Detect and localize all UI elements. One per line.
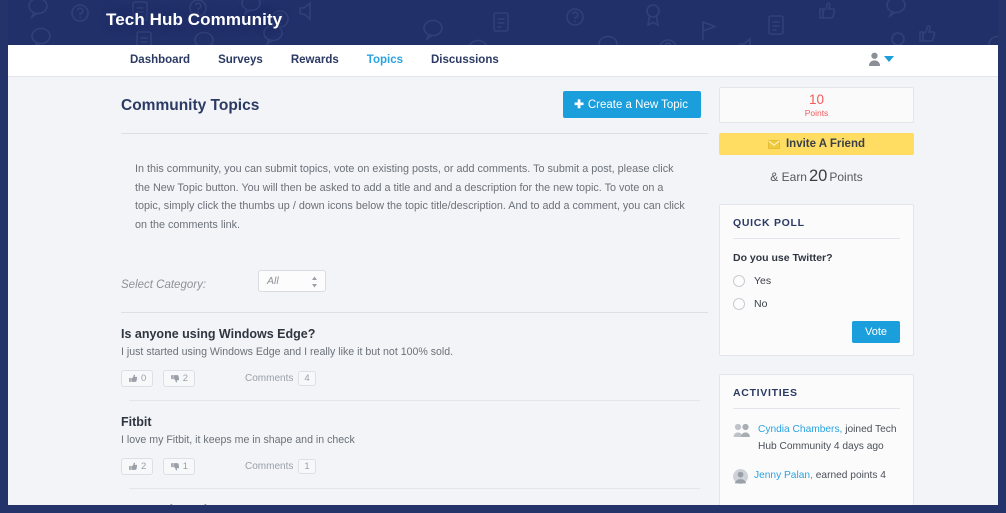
title-divider: [121, 133, 708, 134]
comments-link[interactable]: Comments 1: [245, 459, 316, 475]
poll-question: Do you use Twitter?: [733, 252, 833, 264]
comments-count: 4: [298, 371, 316, 387]
quick-poll-card: QUICK POLL Do you use Twitter? Yes No Vo…: [719, 204, 914, 356]
topic-description: I just started using Windows Edge and I …: [121, 346, 454, 359]
browser-viewport: Tech Hub Community Dashboard Surveys Rew…: [8, 0, 998, 505]
thumbs-up-count: 0: [141, 372, 147, 384]
activity-user-link[interactable]: Jenny Palan,: [754, 470, 813, 481]
radio-button-no[interactable]: [733, 298, 745, 310]
activity-text: Cyndia Chambers, joined Tech Hub Communi…: [758, 422, 900, 456]
comments-count: 1: [298, 459, 316, 475]
category-select[interactable]: All: [258, 270, 326, 293]
nav-list: Dashboard Surveys Rewards Topics Discuss…: [116, 45, 513, 76]
comments-label: Comments: [245, 461, 294, 473]
topic-item: Fitbit I love my Fitbit, it keeps me in …: [113, 401, 716, 490]
group-avatar: [733, 423, 750, 437]
earn-amount: 20: [808, 167, 828, 185]
poll-option-no-label: No: [754, 298, 768, 310]
activities-card: ACTIVITIES Cyndia Chambers, joined Tech …: [719, 374, 914, 505]
poll-option-no[interactable]: No: [733, 298, 900, 310]
activity-item: Jenny Palan, earned points 4: [733, 468, 900, 485]
invite-a-friend-label: Invite A Friend: [785, 138, 866, 150]
select-category-label: Select Category:: [121, 279, 207, 292]
quick-poll-divider: [733, 238, 900, 239]
vote-button[interactable]: Vote: [851, 321, 900, 343]
sidebar-column: 10 Points Invite A Friend & Earn 20 Points…: [719, 77, 914, 505]
poll-option-yes-label: Yes: [754, 275, 772, 287]
site-masthead: Tech Hub Community: [8, 0, 998, 45]
topic-description: I love my Fitbit, it keeps me in shape a…: [121, 434, 355, 447]
comments-label: Comments: [245, 373, 294, 385]
page-content: Community Topics ✚ Create a New Topic In …: [8, 77, 998, 505]
nav-item-rewards[interactable]: Rewards: [277, 45, 353, 76]
topic-item: MacBook Rocks! MacBook hands down wins t…: [113, 489, 716, 505]
nav-item-discussions[interactable]: Discussions: [417, 45, 513, 76]
create-new-topic-button[interactable]: ✚ Create a New Topic: [563, 91, 701, 118]
category-filter-row: Select Category: All: [113, 270, 716, 304]
site-brand-title: Tech Hub Community: [106, 10, 283, 29]
earn-prefix: & Earn: [770, 170, 807, 184]
plus-icon: ✚: [574, 99, 584, 111]
points-card: 10 Points: [719, 87, 914, 123]
thumbs-down-count: 2: [182, 372, 189, 384]
user-avatar: [733, 468, 748, 484]
activity-detail: earned points 4: [812, 469, 886, 481]
page-frame: Tech Hub Community Dashboard Surveys Rew…: [0, 0, 1006, 513]
page-title: Community Topics: [121, 97, 260, 114]
activities-heading: ACTIVITIES: [733, 387, 798, 399]
nav-item-topics[interactable]: Topics: [353, 45, 417, 76]
topics-header: Community Topics ✚ Create a New Topic: [113, 89, 716, 133]
account-menu[interactable]: [868, 52, 894, 66]
category-select-value: All: [267, 275, 279, 288]
user-silhouette-icon: [868, 52, 881, 66]
thumbs-up-button[interactable]: 0: [121, 369, 154, 387]
poll-option-yes[interactable]: Yes: [733, 275, 900, 287]
topic-title[interactable]: Fitbit: [121, 415, 708, 429]
stepper-arrows-icon: [312, 276, 317, 288]
nav-item-dashboard[interactable]: Dashboard: [116, 45, 204, 76]
topic-actions: 2 1 Comments 1: [121, 457, 708, 475]
envelope-icon: [767, 139, 780, 149]
topic-actions: 0 2 Comments 4: [121, 369, 708, 387]
thumbs-up-count: 2: [141, 460, 147, 472]
activity-text: Jenny Palan, earned points 4: [754, 468, 886, 485]
intro-paragraph: In this community, you can submit topics…: [135, 163, 685, 231]
points-label: Points: [804, 107, 829, 118]
create-new-topic-label: Create a New Topic: [587, 99, 688, 111]
chevron-down-icon: [884, 56, 894, 62]
thumbs-down-count: 1: [182, 460, 189, 472]
activity-user-link[interactable]: Cyndia Chambers,: [758, 424, 842, 435]
thumbs-up-button[interactable]: 2: [121, 457, 154, 475]
earn-suffix: Points: [829, 170, 863, 184]
topic-title[interactable]: Is anyone using Windows Edge?: [121, 327, 708, 341]
activity-item: Cyndia Chambers, joined Tech Hub Communi…: [733, 422, 900, 456]
invite-a-friend-button[interactable]: Invite A Friend: [719, 133, 914, 155]
main-column: Community Topics ✚ Create a New Topic In …: [113, 77, 716, 505]
quick-poll-heading: QUICK POLL: [733, 217, 805, 229]
earn-points-line: & Earn 20 Points: [719, 167, 914, 186]
thumbs-down-button[interactable]: 2: [162, 369, 196, 387]
thumbs-down-icon: [170, 374, 179, 382]
radio-button-yes[interactable]: [733, 275, 745, 287]
thumbs-up-icon: [129, 374, 137, 382]
points-value: 10: [808, 91, 825, 107]
thumbs-up-icon: [129, 462, 137, 470]
primary-navbar: Dashboard Surveys Rewards Topics Discuss…: [8, 45, 998, 77]
activities-divider: [733, 408, 900, 409]
nav-item-surveys[interactable]: Surveys: [204, 45, 277, 76]
comments-link[interactable]: Comments 4: [245, 371, 316, 387]
thumbs-down-icon: [170, 462, 179, 470]
thumbs-down-button[interactable]: 1: [162, 457, 196, 475]
topic-title[interactable]: MacBook Rocks!: [121, 503, 708, 505]
topic-item: Is anyone using Windows Edge? I just sta…: [113, 313, 716, 402]
